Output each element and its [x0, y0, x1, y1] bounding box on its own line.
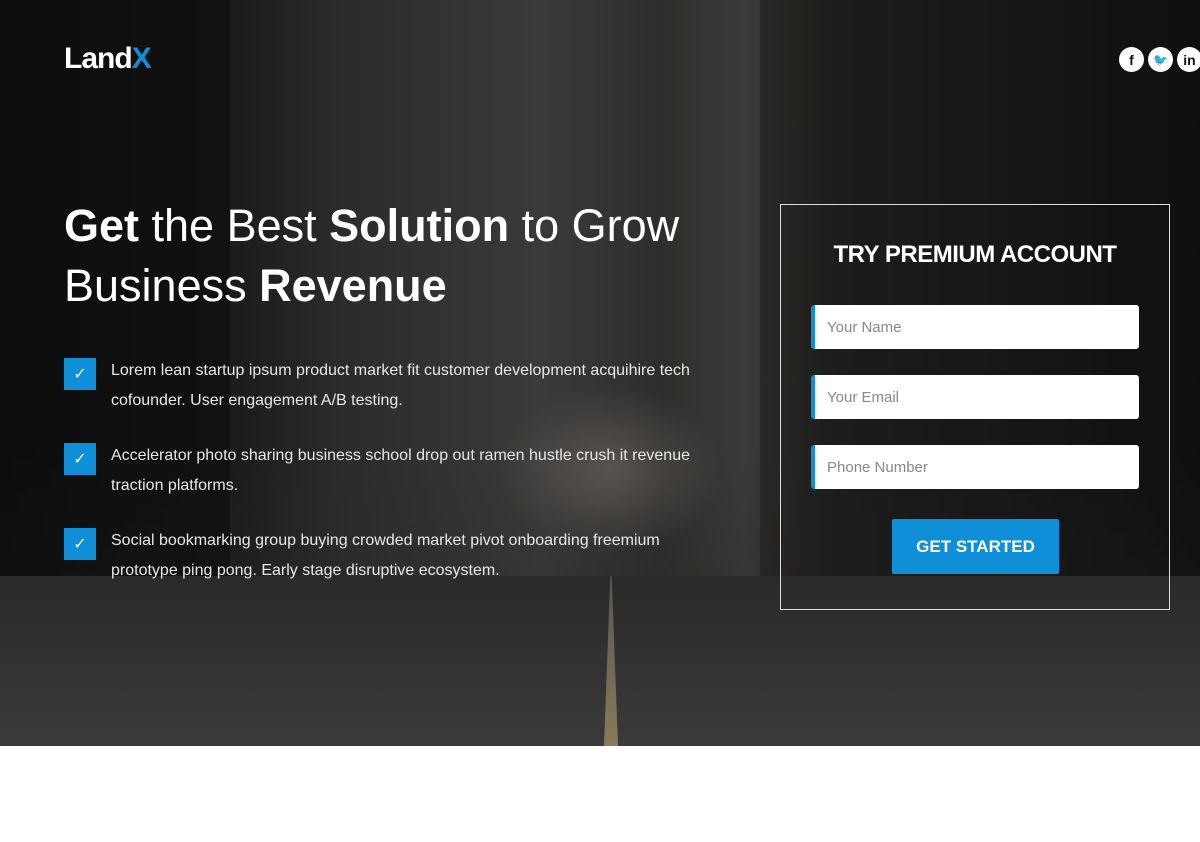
hero-section: LandX f 🐦 in Get the Best Solution to Gr… [0, 0, 1200, 746]
feature-item: ✓ Lorem lean startup ipsum product market… [64, 356, 714, 416]
linkedin-icon[interactable]: in [1177, 47, 1200, 72]
check-icon: ✓ [64, 358, 96, 390]
form-title: TRY PREMIUM ACCOUNT [833, 241, 1117, 268]
phone-input[interactable] [811, 445, 1139, 489]
name-input[interactable] [811, 305, 1139, 349]
signup-form: TRY PREMIUM ACCOUNT GET STARTED [780, 204, 1170, 610]
email-input[interactable] [811, 375, 1139, 419]
logo[interactable]: LandX [64, 42, 152, 76]
check-icon: ✓ [64, 528, 96, 560]
check-icon: ✓ [64, 443, 96, 475]
feature-item: ✓ Social bookmarking group buying crowded… [64, 526, 714, 586]
facebook-icon[interactable]: f [1119, 47, 1144, 72]
get-started-button[interactable]: GET STARTED [892, 519, 1059, 574]
feature-item: ✓ Accelerator photo sharing business scho… [64, 441, 714, 501]
page-title: Get the Best Solution to Grow Business R… [64, 200, 680, 311]
social-links: f 🐦 in [1119, 47, 1200, 72]
twitter-icon[interactable]: 🐦 [1148, 47, 1173, 72]
